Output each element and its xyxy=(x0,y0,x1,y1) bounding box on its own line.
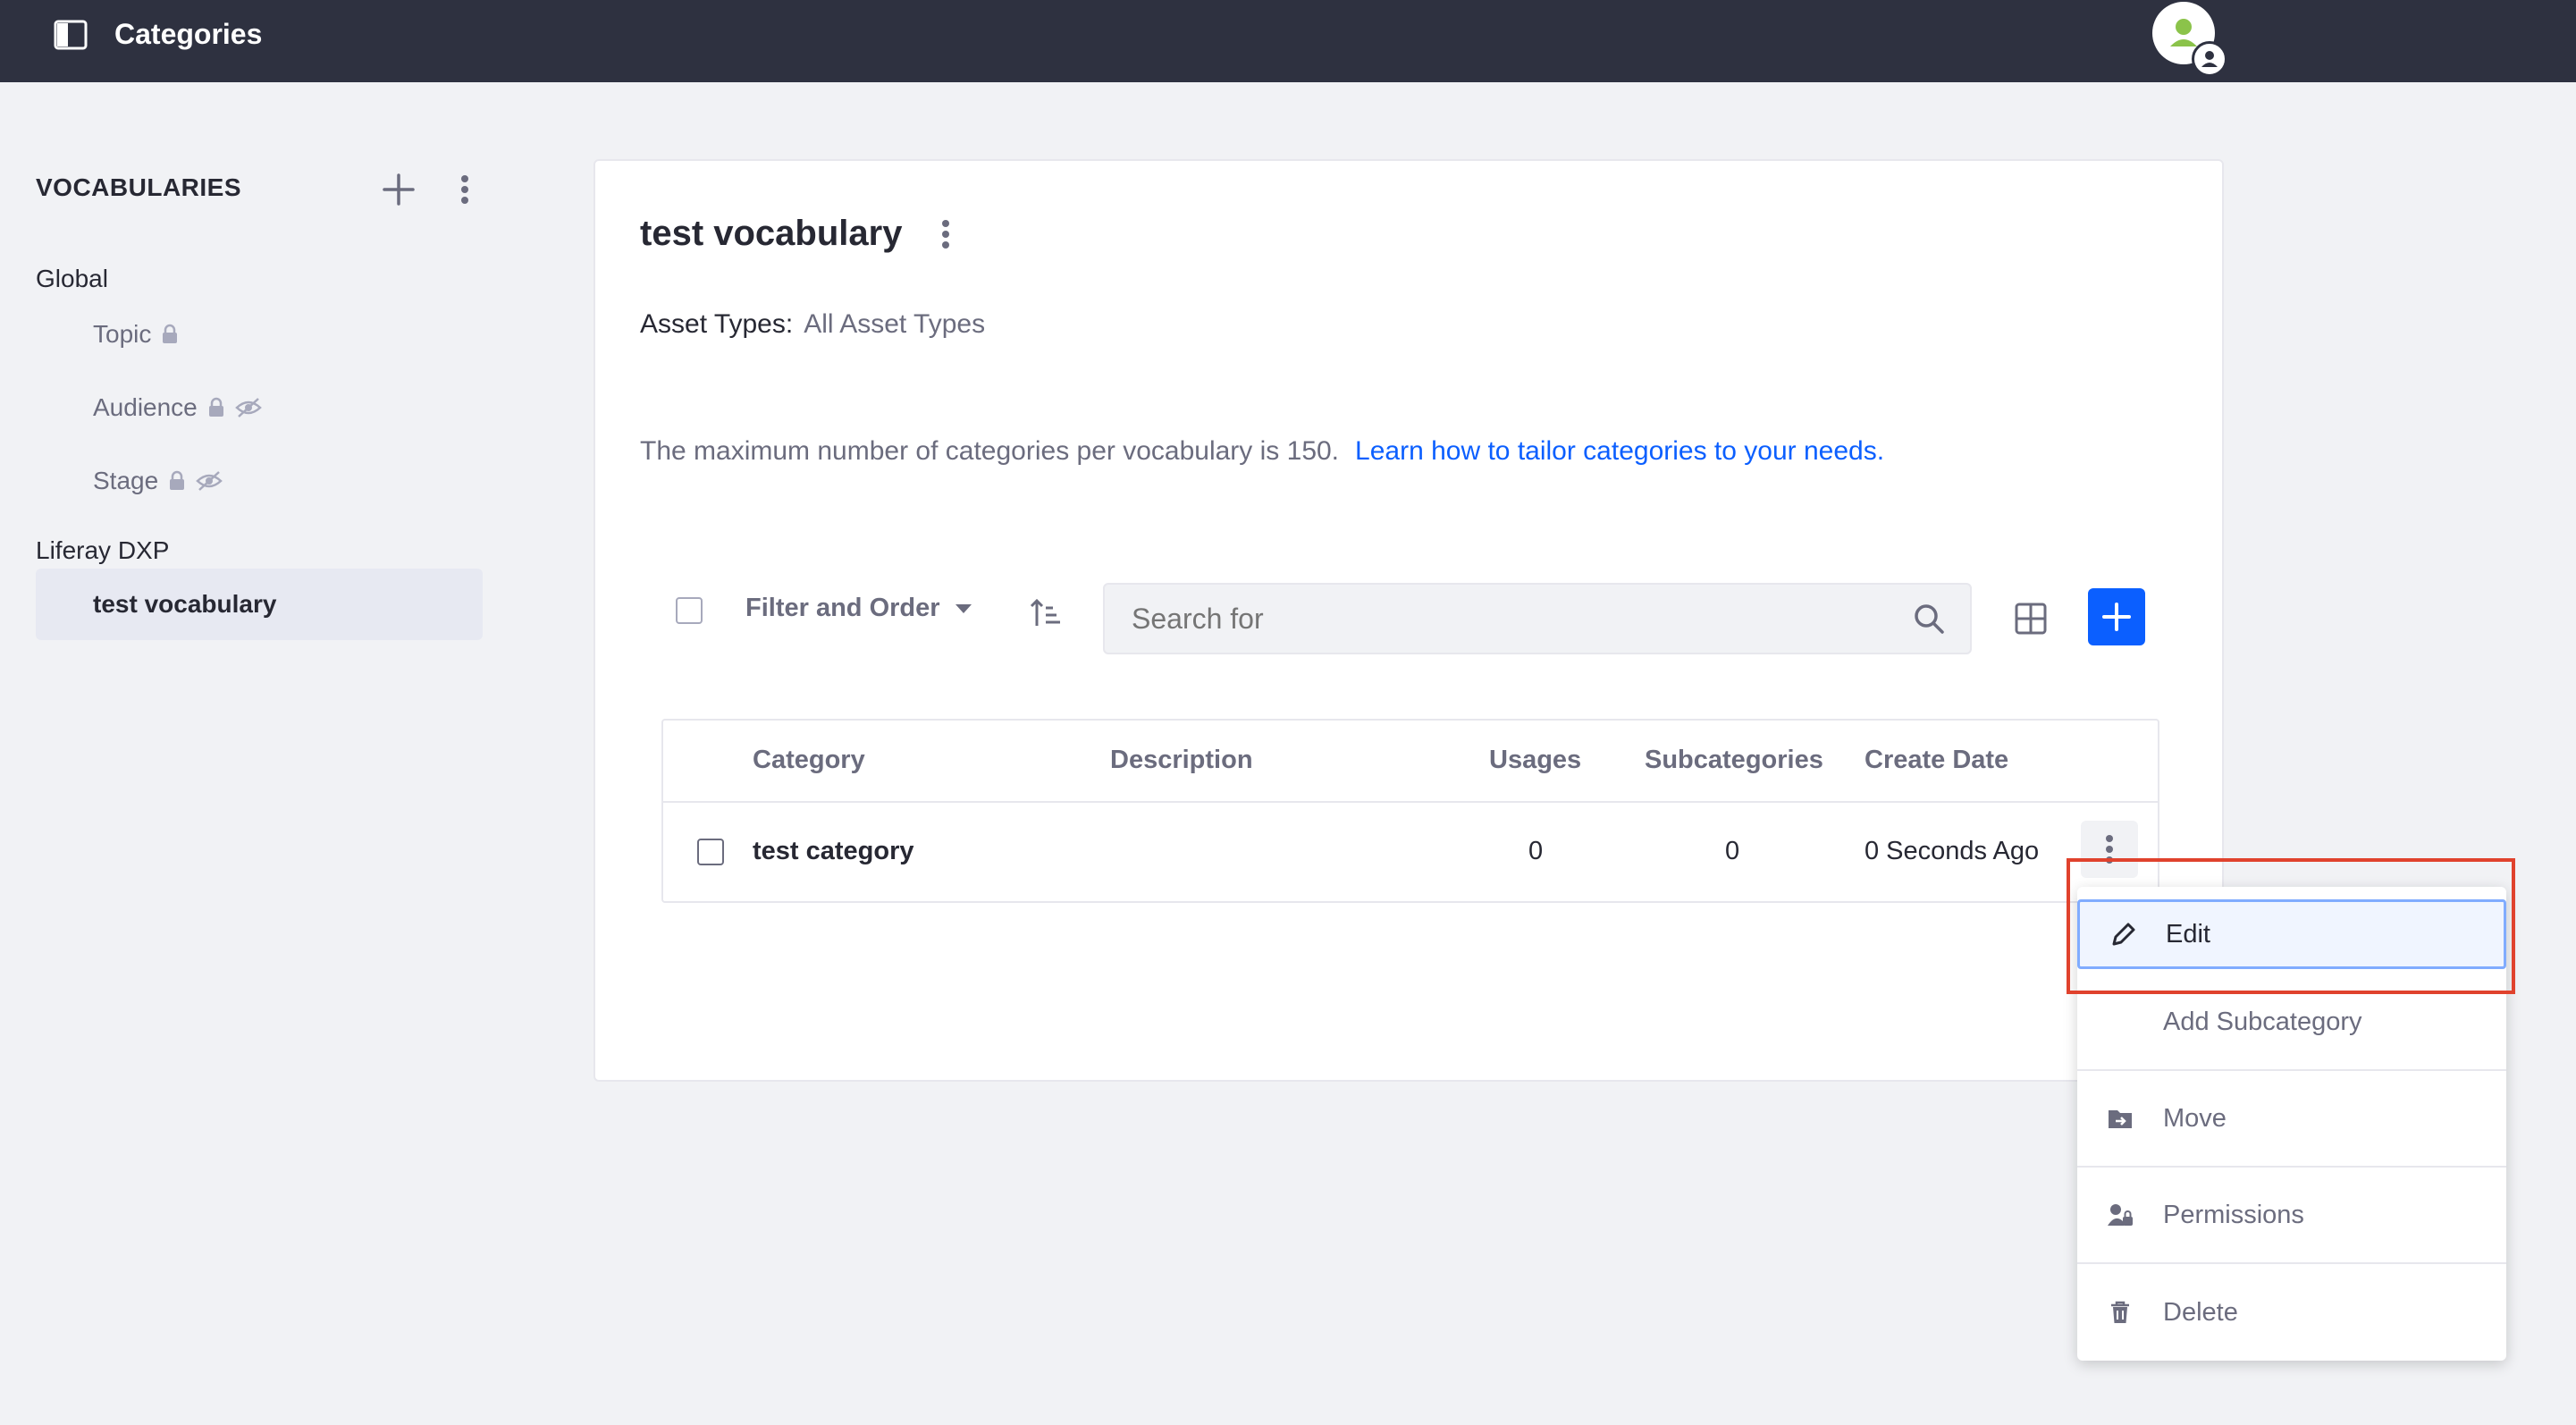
vocabulary-options-button[interactable] xyxy=(933,213,958,256)
user-avatar[interactable] xyxy=(2152,2,2227,77)
menu-item-label: Add Subcategory xyxy=(2163,1007,2362,1036)
filter-and-order-dropdown[interactable]: Filter and Order xyxy=(745,594,972,623)
row-actions-button[interactable] xyxy=(2081,821,2138,878)
table-row: test category 0 0 0 Seconds Ago xyxy=(663,803,2158,903)
menu-item-label: Edit xyxy=(2166,919,2210,949)
vocabulary-title: test vocabulary xyxy=(640,214,903,253)
sort-order-icon xyxy=(1030,598,1060,626)
sidebar-item-test-vocabulary[interactable]: test vocabulary xyxy=(36,569,483,640)
column-header-create-date: Create Date xyxy=(1865,746,2009,774)
menu-item-move[interactable]: Move xyxy=(2077,1071,2506,1168)
folder-move-icon xyxy=(2109,1110,2132,1128)
filter-order-label: Filter and Order xyxy=(745,594,940,622)
lock-icon xyxy=(170,470,185,490)
column-header-category: Category xyxy=(753,746,865,774)
kebab-icon xyxy=(2106,835,2113,864)
vocabularies-options-button[interactable] xyxy=(452,168,477,211)
user-lock-icon xyxy=(2108,1204,2133,1226)
menu-item-add-subcategory[interactable]: Add Subcategory xyxy=(2077,974,2506,1071)
table-grid-icon xyxy=(2015,603,2047,635)
sidebar-item-label: Topic xyxy=(93,320,152,348)
group-label-global: Global xyxy=(36,265,108,292)
search-input[interactable] xyxy=(1103,583,1972,654)
kebab-icon xyxy=(942,220,949,249)
vocabularies-heading: VOCABULARIES xyxy=(36,173,242,201)
add-vocabulary-button[interactable] xyxy=(377,168,420,211)
max-categories-notice: The maximum number of categories per voc… xyxy=(640,436,1884,467)
display-style-button[interactable] xyxy=(2013,601,2049,637)
table-header: Category Description Usages Subcategorie… xyxy=(663,721,2158,803)
menu-item-edit[interactable]: Edit xyxy=(2077,899,2506,969)
row-actions-menu: Edit Add Subcategory Move Permissions De… xyxy=(2077,887,2506,1361)
lock-icon xyxy=(163,324,178,343)
vocabulary-card: test vocabulary Asset Types: All Asset Ty… xyxy=(593,159,2224,1082)
hidden-eye-icon xyxy=(234,398,262,417)
sidebar-item-label: Stage xyxy=(93,467,159,494)
lock-icon xyxy=(208,397,223,417)
asset-types-label: Asset Types: xyxy=(640,309,794,339)
notice-text: The maximum number of categories per voc… xyxy=(640,436,1340,466)
sidebar-item-stage[interactable]: Stage xyxy=(36,445,483,517)
hidden-eye-icon xyxy=(196,471,223,491)
sidebar-item-label: Audience xyxy=(93,393,198,421)
column-header-subcategories: Subcategories xyxy=(1645,746,1823,774)
add-category-button[interactable] xyxy=(2088,588,2145,645)
menu-item-delete[interactable]: Delete xyxy=(2077,1264,2506,1361)
sort-button[interactable] xyxy=(1028,595,1064,631)
column-header-description: Description xyxy=(1110,746,1253,774)
column-header-usages: Usages xyxy=(1489,746,1582,774)
panel-toggle-icon[interactable] xyxy=(54,20,88,50)
cell-usages: 0 xyxy=(1528,837,1544,865)
kebab-icon xyxy=(461,175,468,204)
categories-table: Category Description Usages Subcategorie… xyxy=(661,719,2159,903)
menu-item-label: Delete xyxy=(2163,1297,2238,1327)
trash-icon xyxy=(2111,1301,2129,1323)
select-all-checkbox[interactable] xyxy=(676,597,703,624)
person-icon xyxy=(2201,51,2218,67)
learn-more-link[interactable]: Learn how to tailor categories to your n… xyxy=(1355,436,1884,466)
sidebar-item-topic[interactable]: Topic xyxy=(36,299,483,370)
top-header: Categories xyxy=(0,0,2576,82)
page-title: Categories xyxy=(114,18,263,50)
cell-subcategories: 0 xyxy=(1725,837,1740,865)
sidebar-item-audience[interactable]: Audience xyxy=(36,372,483,443)
menu-item-label: Permissions xyxy=(2163,1200,2304,1229)
row-checkbox[interactable] xyxy=(697,839,724,865)
plus-icon xyxy=(383,173,415,206)
plus-icon xyxy=(2102,603,2131,631)
caret-down-icon xyxy=(955,603,972,613)
sidebar-item-label: test vocabulary xyxy=(93,590,277,618)
group-label-liferay-dxp: Liferay DXP xyxy=(36,536,170,564)
menu-item-permissions[interactable]: Permissions xyxy=(2077,1168,2506,1264)
asset-types: Asset Types: All Asset Types xyxy=(640,309,985,340)
cell-category[interactable]: test category xyxy=(753,837,914,866)
cell-create-date: 0 Seconds Ago xyxy=(1865,837,2040,865)
search-icon[interactable] xyxy=(1913,603,1945,635)
menu-item-label: Move xyxy=(2163,1103,2227,1133)
impersonation-badge xyxy=(2192,41,2227,77)
asset-types-value: All Asset Types xyxy=(804,309,986,339)
pencil-icon xyxy=(2112,923,2135,946)
